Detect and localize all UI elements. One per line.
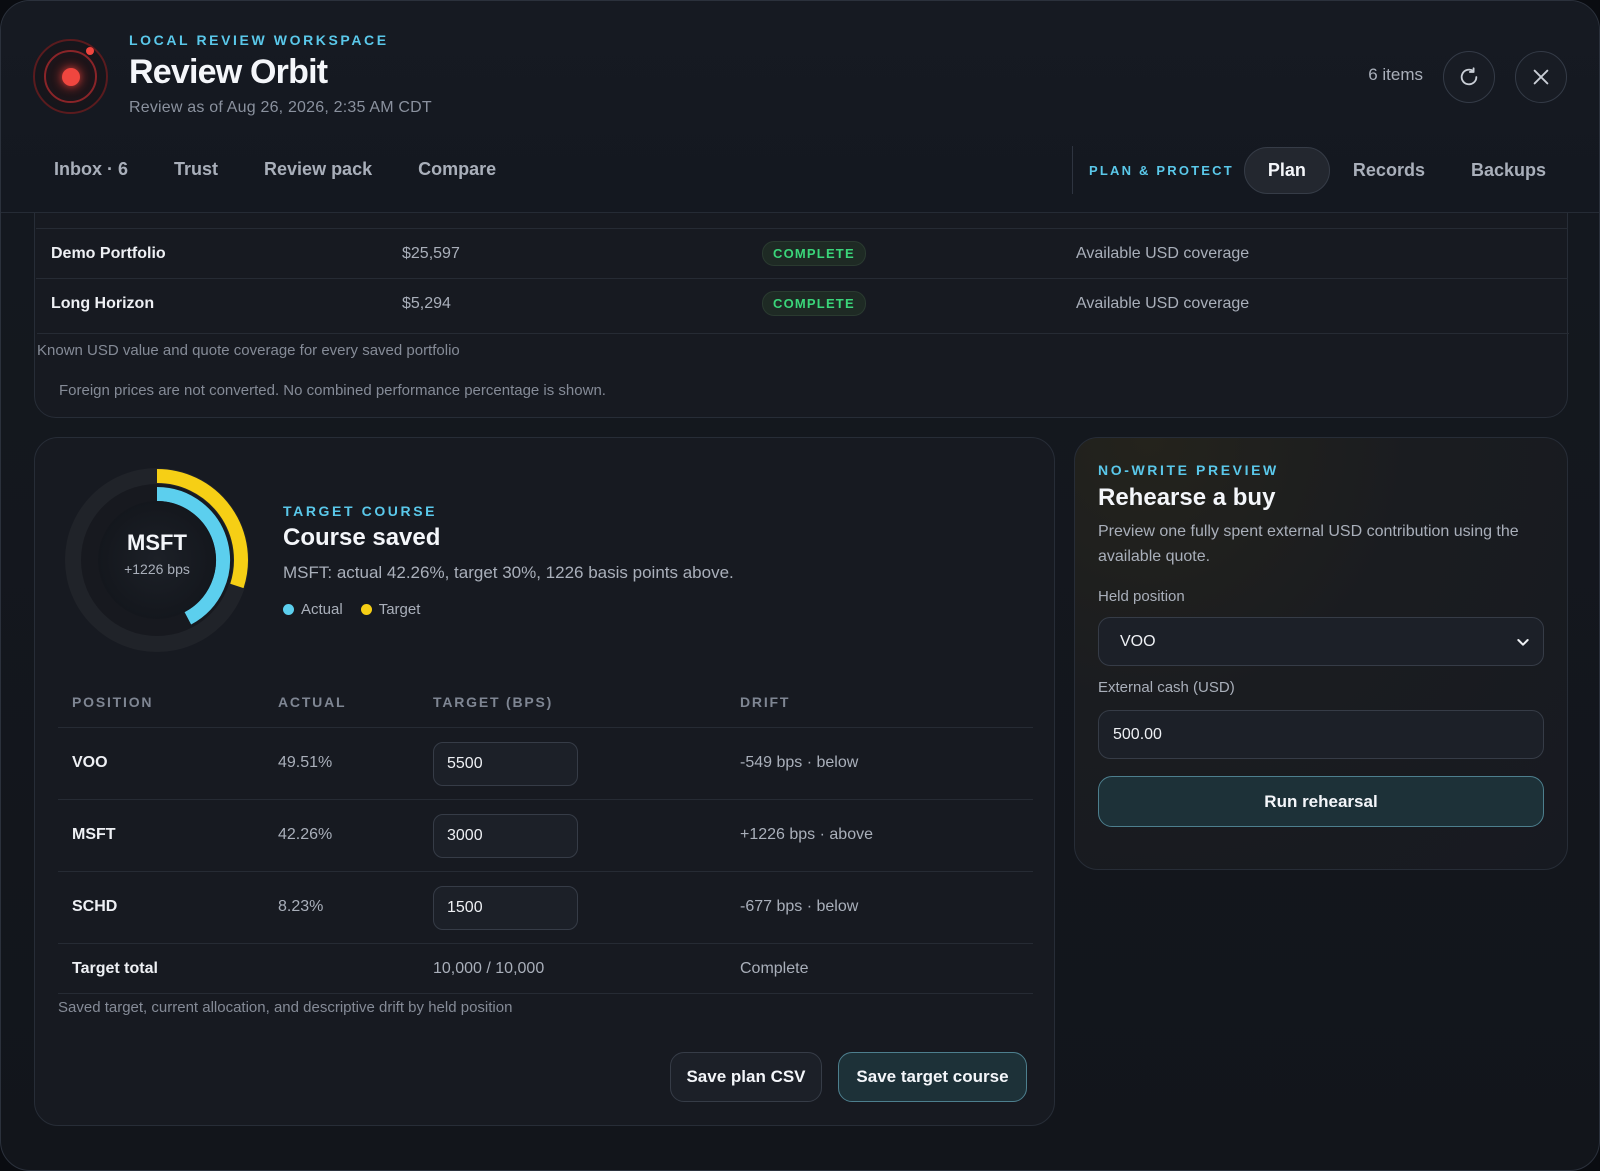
portfolio-value: $25,597 xyxy=(402,244,460,262)
app-window: LOCAL REVIEW WORKSPACE Review Orbit Revi… xyxy=(0,0,1600,1171)
donut-legend: Actual Target xyxy=(283,601,420,618)
position-symbol: SCHD xyxy=(72,898,118,915)
review-timestamp: Review as of Aug 26, 2026, 2:35 AM CDT xyxy=(129,99,432,116)
tab-backups[interactable]: Backups xyxy=(1448,148,1569,193)
target-bps-input-schd[interactable] xyxy=(433,886,578,930)
nav-divider xyxy=(1071,146,1073,194)
held-position-select[interactable]: VOO xyxy=(1098,617,1544,666)
donut-hole xyxy=(98,501,216,619)
workspace-eyebrow: LOCAL REVIEW WORKSPACE xyxy=(129,32,389,48)
status-badge: COMPLETE xyxy=(762,291,866,316)
rehearse-description: Preview one fully spent external USD con… xyxy=(1098,523,1519,565)
tab-inbox[interactable]: Inbox · 6 xyxy=(31,147,151,192)
legend-actual-label: Actual xyxy=(301,601,343,618)
course-description: MSFT: actual 42.26%, target 30%, 1226 ba… xyxy=(283,563,734,582)
position-symbol: MSFT xyxy=(72,826,116,843)
status-badge: COMPLETE xyxy=(762,241,866,266)
portfolio-value: $5,294 xyxy=(402,294,451,312)
app-title: Review Orbit xyxy=(129,53,328,91)
donut-drift: +1226 bps xyxy=(124,561,190,577)
legend-target-label: Target xyxy=(378,601,421,618)
table-row: SCHD 8.23% -677 bps · below xyxy=(58,872,1033,944)
table-header: POSITION ACTUAL TARGET (BPS) DRIFT xyxy=(58,678,1033,728)
rehearse-title: Rehearse a buy xyxy=(1098,484,1276,511)
target-total-value: 10,000 / 10,000 xyxy=(433,960,545,977)
save-plan-csv-button[interactable]: Save plan CSV xyxy=(670,1052,822,1102)
column-target: TARGET (BPS) xyxy=(433,694,554,710)
course-title: Course saved xyxy=(283,524,441,551)
target-bps-input-voo[interactable] xyxy=(433,742,578,786)
donut-symbol: MSFT xyxy=(127,530,187,555)
target-swatch xyxy=(360,604,372,615)
legend-target: Target xyxy=(360,601,421,618)
external-cash-input[interactable] xyxy=(1098,710,1544,759)
plan-protect-eyebrow: PLAN & PROTECT xyxy=(1088,162,1234,178)
tab-trust[interactable]: Trust xyxy=(151,147,241,192)
allocation-donut: MSFT +1226 bps xyxy=(57,460,257,660)
actual-percent: 8.23% xyxy=(278,898,324,915)
coverage-caption: Known USD value and quote coverage for e… xyxy=(37,333,1569,359)
table-row: MSFT 42.26% +1226 bps · above xyxy=(58,800,1033,872)
position-symbol: VOO xyxy=(72,754,108,771)
actual-percent: 49.51% xyxy=(278,754,333,771)
target-course-eyebrow: TARGET COURSE xyxy=(283,503,438,519)
coverage-note: Available USD coverage xyxy=(1076,244,1250,262)
legend-actual: Actual xyxy=(283,601,343,618)
plan-caption: Saved target, current allocation, and de… xyxy=(58,999,513,1016)
plan-protect-nav: PLAN & PROTECT Plan Records Backups xyxy=(1071,146,1569,194)
held-position-label: Held position xyxy=(1098,588,1185,605)
target-total-label: Target total xyxy=(72,960,158,977)
actual-percent: 42.26% xyxy=(278,826,333,843)
close-icon xyxy=(1533,69,1549,85)
tab-records[interactable]: Records xyxy=(1330,148,1448,193)
tab-review-pack[interactable]: Review pack xyxy=(241,147,395,192)
no-write-preview-eyebrow: NO-WRITE PREVIEW xyxy=(1098,462,1279,478)
plan-table: POSITION ACTUAL TARGET (BPS) DRIFT VOO 4… xyxy=(58,678,1033,994)
tab-compare[interactable]: Compare xyxy=(395,147,519,192)
orbit-logo-icon xyxy=(33,39,108,114)
actual-swatch xyxy=(283,604,294,615)
column-drift: DRIFT xyxy=(740,694,791,710)
portfolio-name: Long Horizon xyxy=(51,294,155,312)
column-position: POSITION xyxy=(72,694,154,710)
column-actual: ACTUAL xyxy=(278,694,347,710)
refresh-icon xyxy=(1460,67,1478,86)
table-row: Long Horizon $5,294 COMPLETE Available U… xyxy=(36,278,1568,328)
held-position-value: VOO xyxy=(1120,632,1156,650)
table-row: Demo Portfolio $25,597 COMPLETE Availabl… xyxy=(36,228,1568,278)
close-button[interactable] xyxy=(1515,51,1567,103)
run-rehearsal-button[interactable]: Run rehearsal xyxy=(1098,776,1544,827)
app-header: LOCAL REVIEW WORKSPACE Review Orbit Revi… xyxy=(1,1,1599,213)
portfolio-name: Demo Portfolio xyxy=(51,244,166,262)
drift-text: -549 bps · below xyxy=(740,754,859,771)
target-total-row: Target total 10,000 / 10,000 Complete xyxy=(58,944,1033,994)
target-total-status: Complete xyxy=(740,960,809,977)
target-course-card: MSFT +1226 bps TARGET COURSE Course save… xyxy=(34,437,1055,1126)
chevron-down-icon xyxy=(1517,639,1529,646)
target-bps-input-msft[interactable] xyxy=(433,814,578,858)
drift-text: +1226 bps · above xyxy=(740,826,873,843)
refresh-button[interactable] xyxy=(1443,51,1495,103)
external-cash-label: External cash (USD) xyxy=(1098,679,1235,696)
coverage-card: Demo Portfolio $25,597 COMPLETE Availabl… xyxy=(34,181,1569,418)
table-row: VOO 49.51% -549 bps · below xyxy=(58,728,1033,800)
drift-text: -677 bps · below xyxy=(740,898,859,915)
tab-plan[interactable]: Plan xyxy=(1243,146,1330,194)
coverage-footnote: Foreign prices are not converted. No com… xyxy=(59,382,606,399)
items-count: 6 items xyxy=(1368,65,1423,84)
rehearse-buy-card: NO-WRITE PREVIEW Rehearse a buy Preview … xyxy=(1074,437,1568,870)
save-target-course-button[interactable]: Save target course xyxy=(838,1052,1027,1102)
primary-nav: Inbox · 6 Trust Review pack Compare xyxy=(31,147,519,192)
coverage-note: Available USD coverage xyxy=(1076,294,1250,312)
